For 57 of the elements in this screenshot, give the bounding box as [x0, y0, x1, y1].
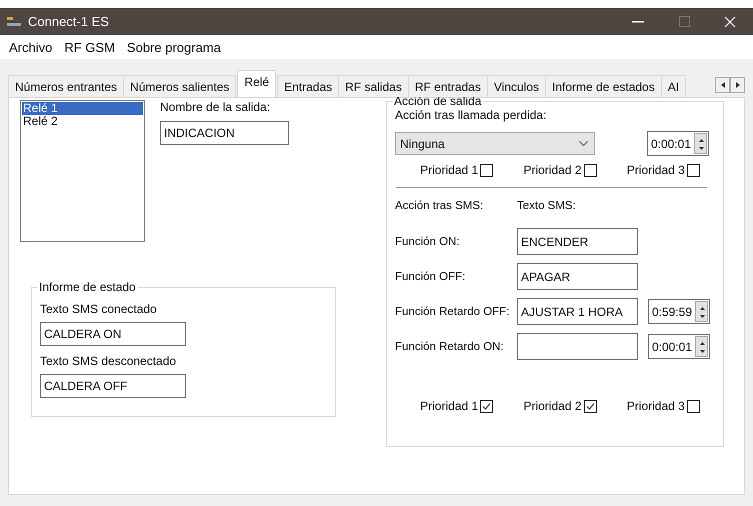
app-icon	[6, 16, 22, 28]
tab[interactable]: Números entrantes	[8, 75, 124, 97]
sms-text-field[interactable]	[517, 333, 638, 360]
scroll-right-button[interactable]	[730, 77, 745, 93]
field-label: Función Retardo ON:	[395, 340, 505, 352]
list-item[interactable]: Relé 2	[22, 115, 143, 128]
menu-item[interactable]: Archivo	[3, 40, 58, 54]
field-label: Nombre de la salida:	[160, 100, 272, 114]
time-spinner[interactable]: 0:00:01	[648, 334, 710, 359]
time-spinner[interactable]: 0:00:01	[647, 131, 709, 156]
close-icon[interactable]	[724, 16, 736, 28]
checkbox[interactable]	[584, 400, 596, 412]
field-label: Texto SMS desconectado	[40, 354, 178, 368]
action-dropdown[interactable]: Ninguna	[395, 132, 595, 155]
sms-text-field[interactable]: APAGAR	[517, 263, 638, 290]
output-name-field[interactable]: INDICACION	[160, 121, 289, 145]
sms-text-field[interactable]: AJUSTAR 1 HORA	[517, 298, 638, 325]
tab[interactable]: Relé	[237, 70, 276, 97]
checkbox[interactable]	[480, 400, 494, 412]
group-title: Informe de estado	[38, 280, 137, 294]
menu-item[interactable]: Sobre programa	[120, 40, 227, 54]
checkbox[interactable]	[686, 400, 700, 412]
left-arrow-icon	[720, 82, 724, 88]
checkbox[interactable]	[584, 164, 596, 176]
scroll-left-button[interactable]	[715, 77, 730, 93]
sms-text-field[interactable]: CALDERA OFF	[40, 374, 186, 398]
field-label: Función OFF:	[395, 270, 466, 282]
column-header: Acción tras SMS:	[395, 200, 484, 212]
sms-text-field[interactable]: ENCENDER	[517, 228, 638, 255]
column-header: Texto SMS:	[517, 200, 577, 212]
chevron-down-icon	[579, 141, 588, 146]
tab[interactable]: Entradas	[277, 75, 340, 97]
checkbox-label: Prioridad 2	[523, 399, 582, 413]
relay-list[interactable]: Relé 1 Relé 2	[20, 100, 145, 242]
tab[interactable]: AI	[660, 75, 686, 97]
checkbox-label: Prioridad 2	[523, 163, 582, 177]
list-item[interactable]: Relé 1	[22, 102, 143, 115]
field-label: Función ON:	[395, 236, 461, 248]
field-label: Acción tras llamada perdida:	[395, 108, 548, 122]
sms-text-field[interactable]: CALDERA ON	[40, 322, 186, 346]
checkbox[interactable]	[480, 164, 494, 176]
group-title: Acción de salida	[393, 94, 482, 108]
checkbox-label: Prioridad 1	[420, 399, 478, 413]
time-spinner[interactable]: 0:59:59	[648, 299, 710, 324]
right-arrow-icon	[736, 82, 740, 88]
window-title: Connect-1 ES	[28, 14, 110, 29]
field-label: Texto SMS conectado	[40, 302, 158, 316]
checkbox[interactable]	[686, 164, 700, 176]
checkbox-label: Prioridad 3	[626, 163, 685, 177]
field-label: Función Retardo OFF:	[395, 306, 510, 318]
minimize-icon[interactable]	[632, 20, 644, 22]
tab[interactable]: RF entradas	[408, 75, 488, 97]
tab[interactable]: Números salientes	[123, 75, 236, 97]
checkbox-label: Prioridad 3	[626, 399, 685, 413]
menu-item[interactable]: RF GSM	[58, 40, 121, 54]
tab[interactable]: RF salidas	[338, 75, 409, 97]
checkbox-label: Prioridad 1	[420, 163, 478, 177]
